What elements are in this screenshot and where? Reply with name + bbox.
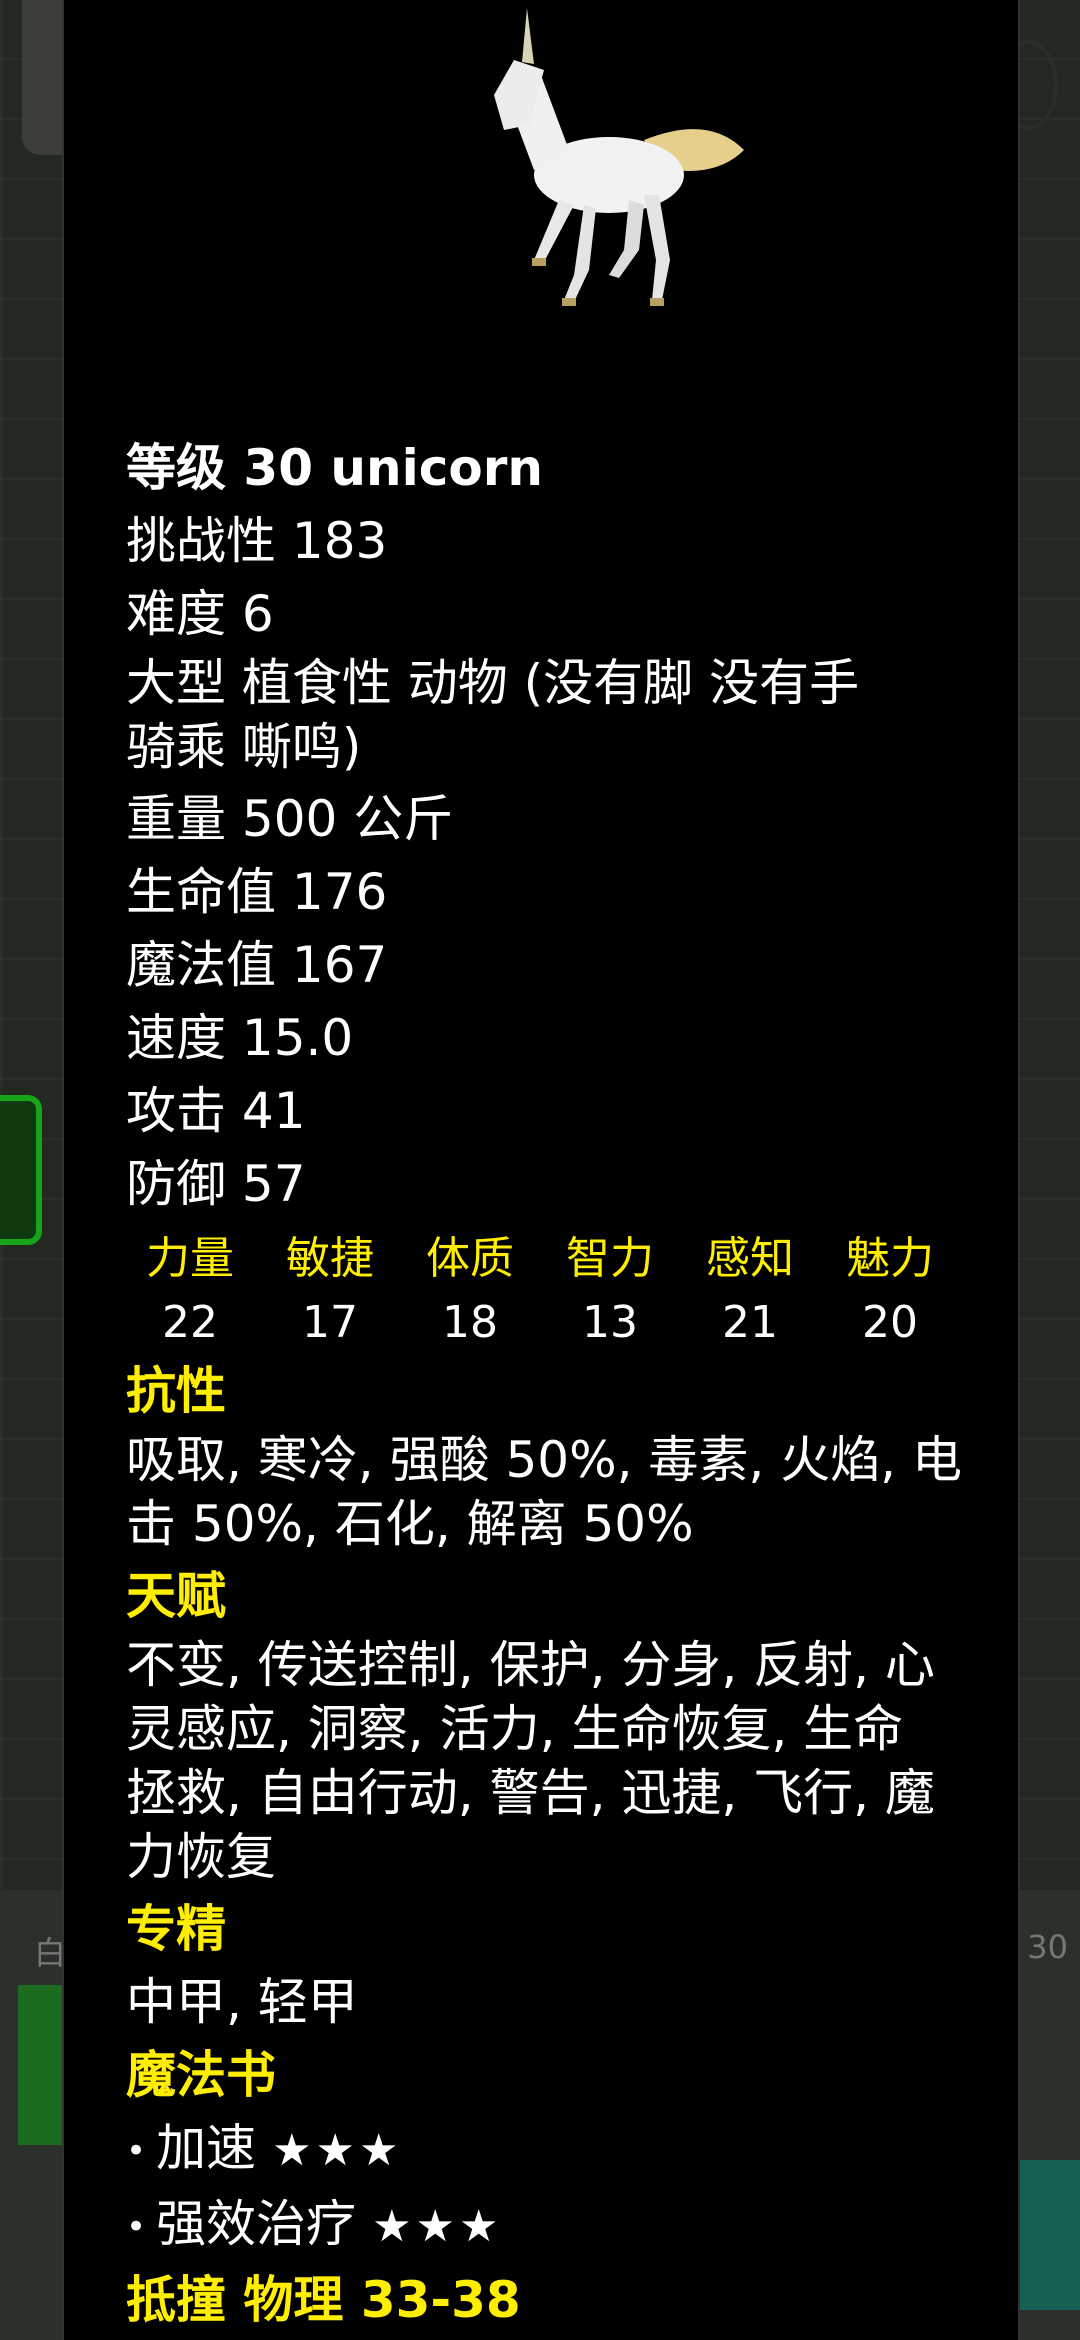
attribute-wis: 感知 21 [706, 1233, 794, 1348]
resistance-line-1: 吸取, 寒冷, 强酸 50%, 毒素, 火焰, 电 [126, 1431, 962, 1489]
talent-list: 不变, 传送控制, 保护, 分身, 反射, 心 灵感应, 洞察, 活力, 生命恢… [126, 1633, 986, 1889]
resistance-line-2: 击 50%, 石化, 解离 50% [126, 1495, 694, 1553]
talent-line-4: 力恢复 [126, 1828, 276, 1886]
monster-info-popup[interactable]: 等级 30 unicorn 挑战性 183 难度 6 大型 植食性 动物 (没有… [62, 0, 1020, 2340]
spell-item: • 加速 ★★★ [126, 2112, 986, 2188]
resistance-list: 吸取, 寒冷, 强酸 50%, 毒素, 火焰, 电 击 50%, 石化, 解离 … [126, 1428, 986, 1556]
bullet-icon: • [126, 2131, 147, 2171]
difficulty: 难度 6 [126, 585, 274, 643]
spell-item: • 强效治疗 ★★★ [126, 2188, 986, 2264]
mastery-list: 中甲, 轻甲 [126, 1973, 358, 2031]
spell-name: 加速 [156, 2119, 257, 2177]
monster-type: 大型 植食性 动物 (没有脚 没有手 骑乘 嘶鸣) [126, 651, 986, 779]
bottom-right-label: 30 [1027, 1928, 1068, 1966]
star-rating-icon: ★★★ [372, 2201, 503, 2252]
defense-value: 防御 57 [126, 1155, 306, 1213]
speed: 速度 15.0 [126, 1009, 354, 1067]
monster-title: 等级 30 unicorn [126, 439, 543, 497]
attribute-con: 体质 18 [426, 1233, 514, 1348]
bottom-green-bar [18, 1985, 68, 2145]
weight: 重量 500 公斤 [126, 790, 454, 848]
unicorn-image [494, 8, 744, 306]
star-rating-icon: ★★★ [272, 2125, 403, 2176]
attribute-table: 力量 22 敏捷 17 体质 18 智力 13 感知 21 魅力 20 [120, 1227, 960, 1355]
talent-line-2: 灵感应, 洞察, 活力, 生命恢复, 生命 [126, 1700, 904, 1758]
monster-type-line-1: 大型 植食性 动物 (没有脚 没有手 [126, 654, 860, 712]
mana-points: 魔法值 167 [126, 936, 388, 994]
status-tag-bg [0, 1095, 42, 1245]
mastery-title: 专精 [126, 1900, 226, 1958]
spell-name: 强效治疗 [156, 2195, 357, 2253]
attribute-int: 智力 13 [566, 1233, 654, 1348]
monster-type-line-2: 骑乘 嘶鸣) [126, 718, 362, 776]
monster-stats: 等级 30 unicorn 挑战性 183 难度 6 大型 植食性 动物 (没有… [126, 432, 986, 2337]
attribute-cha: 魅力 20 [846, 1233, 934, 1348]
attribute-dex: 敏捷 17 [286, 1233, 374, 1348]
challenge-rating: 挑战性 183 [126, 512, 388, 570]
spellbook-title: 魔法书 [126, 2046, 276, 2104]
talent-line-1: 不变, 传送控制, 保护, 分身, 反射, 心 [126, 1636, 935, 1694]
hit-points: 生命值 176 [126, 863, 388, 921]
attack-value: 攻击 41 [126, 1082, 306, 1140]
bullet-icon: • [126, 2207, 147, 2247]
melee-attack: 抵撞 物理 33-38 [126, 2271, 521, 2329]
attribute-str: 力量 22 [146, 1233, 234, 1348]
talent-title: 天赋 [126, 1567, 226, 1625]
talent-line-3: 拯救, 自由行动, 警告, 迅捷, 飞行, 魔 [126, 1764, 935, 1822]
resistance-title: 抗性 [126, 1362, 226, 1420]
